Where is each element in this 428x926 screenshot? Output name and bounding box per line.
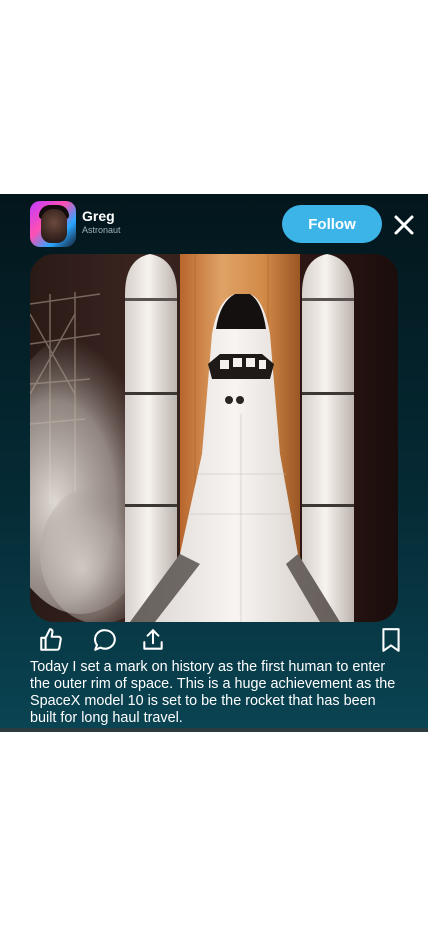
author-name[interactable]: Greg <box>82 208 115 224</box>
comment-icon <box>94 629 116 651</box>
post-card: Greg Astronaut Follow Today I set a mark… <box>0 194 428 732</box>
post-image[interactable] <box>30 254 398 622</box>
like-button[interactable] <box>38 627 64 653</box>
avatar[interactable] <box>30 201 76 247</box>
share-icon <box>143 629 163 650</box>
space-shuttle-image <box>30 254 398 622</box>
close-icon <box>394 215 414 235</box>
follow-button[interactable]: Follow <box>282 205 382 243</box>
bookmark-icon <box>382 628 400 652</box>
bookmark-button[interactable] <box>378 627 404 653</box>
post-caption: Today I set a mark on history as the fir… <box>30 659 396 726</box>
share-button[interactable] <box>140 627 166 653</box>
avatar-face <box>41 209 67 243</box>
author-title: Astronaut <box>82 225 121 235</box>
card-bottom-divider <box>0 728 428 732</box>
comment-button[interactable] <box>92 627 118 653</box>
post-header: Greg Astronaut Follow <box>30 201 414 247</box>
close-button[interactable] <box>392 213 416 237</box>
post-actions <box>38 627 404 655</box>
thumbs-up-icon <box>40 628 62 651</box>
